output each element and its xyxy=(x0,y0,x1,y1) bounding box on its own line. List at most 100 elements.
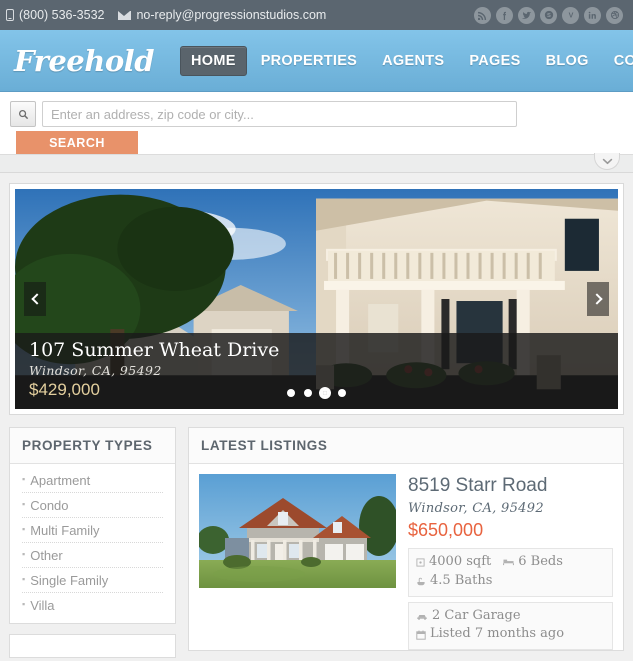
property-types-title: PROPERTY TYPES xyxy=(22,438,153,453)
car-icon xyxy=(416,612,428,620)
envelope-icon xyxy=(118,10,132,20)
property-type-single-family[interactable]: ▪ Single Family xyxy=(22,568,163,593)
search-icon-button[interactable] xyxy=(10,101,36,127)
listing-stats-row-4: Listed 7 months ago xyxy=(416,625,605,644)
property-types-list: ▪ Apartment ▪ Condo ▪ Multi Family ▪ Oth… xyxy=(10,464,175,623)
property-search-bar: SEARCH xyxy=(0,92,633,155)
linkedin-icon[interactable] xyxy=(584,6,601,24)
email-contact[interactable]: no-reply@progressionstudios.com xyxy=(118,8,326,22)
property-type-label: Condo xyxy=(30,498,69,513)
listing-stat-garage: 2 Car Garage xyxy=(416,607,521,626)
chevron-down-icon xyxy=(602,158,612,164)
listing-stat-label: 2 Car Garage xyxy=(432,607,521,623)
email-address: no-reply@progressionstudios.com xyxy=(136,8,327,22)
chevron-right-icon xyxy=(590,293,603,305)
property-type-label: Single Family xyxy=(30,573,109,588)
bed-icon xyxy=(503,558,515,566)
property-type-condo[interactable]: ▪ Condo xyxy=(22,493,163,518)
bullet-icon: ▪ xyxy=(22,499,26,509)
search-icon xyxy=(18,109,28,119)
nav-item-blog[interactable]: BLOG xyxy=(535,46,600,76)
phone-contact[interactable]: (800) 536-3532 xyxy=(6,8,104,22)
rss-icon[interactable] xyxy=(474,6,491,24)
slide-caption: 107 Summer Wheat Drive Windsor, CA, 9549… xyxy=(15,333,618,409)
listing-stats-row-3: 2 Car Garage xyxy=(416,607,605,626)
listing-stat-listed-date: Listed 7 months ago xyxy=(416,625,564,644)
top-bar: (800) 536-3532 no-reply@progressionstudi… xyxy=(0,0,633,30)
slider-prev-button[interactable] xyxy=(24,282,46,316)
nav-item-properties[interactable]: PROPERTIES xyxy=(250,46,368,76)
listing-price: $650,000 xyxy=(408,519,484,540)
slide-price: $429,000 xyxy=(29,380,100,399)
latest-listings-title: LATEST LISTINGS xyxy=(201,438,328,453)
dribbble-icon[interactable] xyxy=(606,6,623,24)
property-type-other[interactable]: ▪ Other xyxy=(22,543,163,568)
chevron-left-icon xyxy=(30,293,43,305)
slider-next-button[interactable] xyxy=(587,282,609,316)
area-icon xyxy=(416,558,425,567)
nav-item-home[interactable]: HOME xyxy=(179,45,247,76)
listing-stats-row-2: 4.5 Baths xyxy=(416,572,605,591)
listing-location: Windsor, CA, 95492 xyxy=(408,500,544,516)
main-navigation: HOME PROPERTIES AGENTS PAGES BLOG CONTAC… xyxy=(179,45,633,76)
property-type-label: Other xyxy=(30,548,63,563)
listing-stat-area: 4000 sqft xyxy=(416,553,491,572)
search-input[interactable] xyxy=(42,101,517,127)
listing-info: 8519 Starr Road Windsor, CA, 95492 $650,… xyxy=(408,474,613,651)
listing-title[interactable]: 8519 Starr Road xyxy=(408,475,613,497)
nav-item-agents[interactable]: AGENTS xyxy=(371,46,455,76)
calendar-icon xyxy=(416,630,426,640)
listing-stat-label: 4000 sqft xyxy=(429,553,492,569)
site-header: Freehold HOME PROPERTIES AGENTS PAGES BL… xyxy=(0,30,633,92)
property-type-label: Multi Family xyxy=(30,523,100,538)
slide-location: Windsor, CA, 95492 xyxy=(29,363,162,378)
listing-stat-label: 4.5 Baths xyxy=(430,572,493,588)
bullet-icon: ▪ xyxy=(22,524,26,534)
search-panel-band xyxy=(0,153,633,173)
property-type-apartment[interactable]: ▪ Apartment xyxy=(22,468,163,493)
listing-stat-beds: 6 Beds xyxy=(503,553,563,572)
property-type-label: Villa xyxy=(30,598,55,613)
listing-stats-secondary: 2 Car Garage Listed 7 months ago xyxy=(408,601,613,651)
slider-dot-4[interactable] xyxy=(338,389,346,397)
mobile-phone-icon xyxy=(6,9,14,21)
listing-stat-baths: 4.5 Baths xyxy=(416,572,492,591)
property-type-multi-family[interactable]: ▪ Multi Family xyxy=(22,518,163,543)
vimeo-icon[interactable]: V xyxy=(562,6,579,24)
main-content: PROPERTY TYPES ▪ Apartment ▪ Condo ▪ Mul… xyxy=(0,415,633,661)
latest-listings-panel: LATEST LISTINGS 8519 Starr Road Windsor,… xyxy=(188,427,624,652)
featured-slider: 107 Summer Wheat Drive Windsor, CA, 9549… xyxy=(9,183,624,415)
bullet-icon: ▪ xyxy=(22,599,26,609)
bullet-icon: ▪ xyxy=(22,549,26,559)
listing-stat-label: 6 Beds xyxy=(518,553,563,569)
listing-stats-row-1: 4000 sqft 6 Beds xyxy=(416,553,605,572)
sidebar-next-panel xyxy=(9,634,176,658)
bath-icon xyxy=(416,577,426,586)
svg-text:S: S xyxy=(547,13,551,19)
top-bar-contact: (800) 536-3532 no-reply@progressionstudi… xyxy=(6,8,326,22)
listing-stats-primary: 4000 sqft 6 Beds 4.5 Baths xyxy=(408,547,613,597)
slider-dot-1[interactable] xyxy=(287,389,295,397)
property-types-panel: PROPERTY TYPES ▪ Apartment ▪ Condo ▪ Mul… xyxy=(9,427,176,624)
advanced-search-toggle[interactable] xyxy=(594,153,620,170)
skype-icon[interactable]: S xyxy=(540,6,557,24)
twitter-icon[interactable] xyxy=(518,6,535,24)
slider-dot-2[interactable] xyxy=(304,389,312,397)
slide-title[interactable]: 107 Summer Wheat Drive xyxy=(29,339,604,362)
slider-dot-3[interactable] xyxy=(321,389,329,397)
latest-listings-column: LATEST LISTINGS 8519 Starr Road Windsor,… xyxy=(188,427,624,661)
search-button[interactable]: SEARCH xyxy=(16,131,138,154)
phone-number: (800) 536-3532 xyxy=(19,8,105,22)
social-links: S V xyxy=(474,6,623,24)
site-logo[interactable]: Freehold xyxy=(14,44,154,78)
property-type-villa[interactable]: ▪ Villa xyxy=(22,593,163,617)
property-type-label: Apartment xyxy=(30,473,91,488)
listing-thumbnail[interactable] xyxy=(199,474,396,588)
facebook-icon[interactable] xyxy=(496,6,513,24)
slider-viewport[interactable]: 107 Summer Wheat Drive Windsor, CA, 9549… xyxy=(15,189,618,409)
nav-item-pages[interactable]: PAGES xyxy=(458,46,531,76)
nav-item-contact[interactable]: CONTACT xyxy=(603,46,633,76)
listing-item: 8519 Starr Road Windsor, CA, 95492 $650,… xyxy=(189,464,623,651)
property-types-header: PROPERTY TYPES xyxy=(10,428,175,464)
svg-text:V: V xyxy=(568,12,573,20)
